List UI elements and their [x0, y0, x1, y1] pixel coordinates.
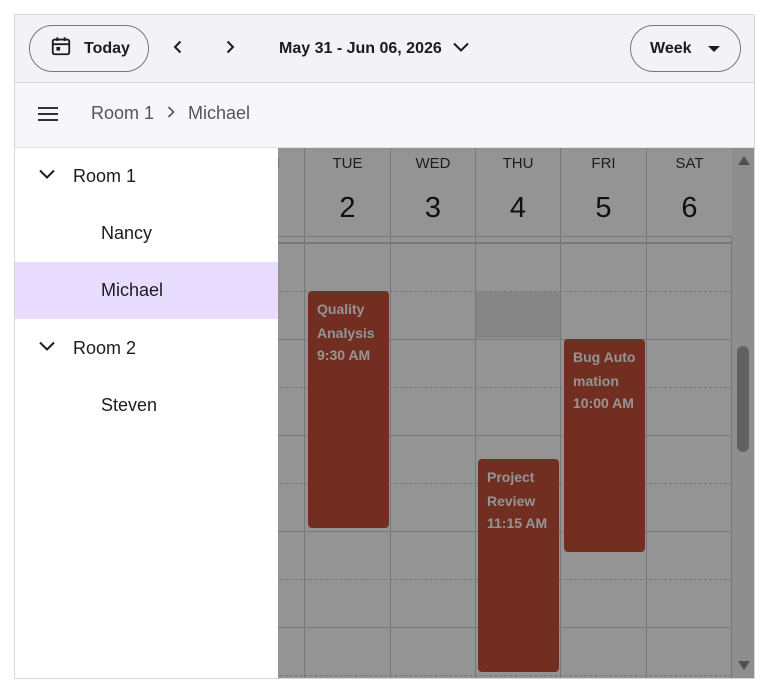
view-select-button[interactable]: Week	[630, 25, 741, 72]
date-range-label: May 31 - Jun 06, 2026	[279, 40, 442, 57]
tree-item-nancy[interactable]: Nancy	[15, 205, 278, 262]
tree-group-room-2[interactable]: Room 2	[15, 320, 278, 377]
week-view: MON 1 TUE 2 WED 3 THU 4 FRI 5 SAT 6	[15, 148, 754, 678]
chevron-down-icon[interactable]	[37, 164, 57, 189]
tree-group-label: Room 2	[73, 338, 137, 358]
breadcrumb-bar: Room 1 Michael	[15, 83, 754, 148]
tree-group-label: Room 1	[73, 166, 137, 186]
chevron-right-icon	[166, 103, 176, 124]
scheduler-toolbar: Today May 31 - Jun 06, 2026 Week	[15, 15, 754, 83]
today-button[interactable]: Today	[29, 25, 149, 72]
chevron-left-icon	[170, 39, 186, 60]
tree-item-label: Steven	[101, 395, 158, 415]
chevron-down-icon	[452, 38, 470, 61]
tree-item-michael[interactable]: Michael	[15, 262, 278, 319]
today-label: Today	[84, 39, 130, 57]
breadcrumb: Room 1 Michael	[91, 103, 250, 124]
breadcrumb-item-room-1[interactable]: Room 1	[91, 103, 154, 124]
scheduler: Today May 31 - Jun 06, 2026 Week Room 1 …	[14, 14, 755, 679]
menu-button[interactable]	[33, 101, 63, 131]
previous-button[interactable]	[163, 34, 193, 64]
next-button[interactable]	[215, 34, 245, 64]
tree-item-label: Nancy	[101, 223, 153, 243]
tree-item-label: Michael	[101, 280, 164, 300]
calendar-icon	[50, 35, 72, 62]
chevron-down-icon[interactable]	[37, 336, 57, 361]
date-range-picker[interactable]: May 31 - Jun 06, 2026	[279, 33, 470, 65]
chevron-right-icon	[222, 39, 238, 60]
view-label: Week	[650, 39, 692, 57]
tree-group-room-1[interactable]: Room 1	[15, 148, 278, 205]
breadcrumb-item-michael[interactable]: Michael	[188, 103, 250, 124]
resource-drawer: Room 1 Nancy Michael Room 2 Steven	[15, 148, 278, 678]
tree-item-steven[interactable]: Steven	[15, 377, 278, 434]
caret-down-icon	[707, 40, 720, 58]
hamburger-menu-icon	[37, 105, 59, 128]
